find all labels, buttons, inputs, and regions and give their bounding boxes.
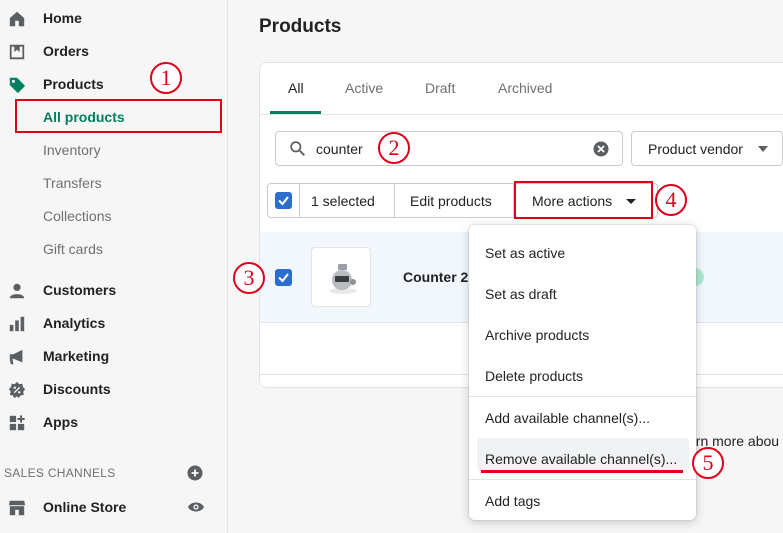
bulk-divider <box>394 184 395 217</box>
menu-item-remove-channels[interactable]: Remove available channel(s)... <box>485 451 677 467</box>
tag-icon <box>9 77 26 94</box>
tabs-divider <box>260 114 783 115</box>
sidebar-item-apps[interactable]: Apps <box>0 407 226 437</box>
sidebar-item-label: Marketing <box>43 348 110 364</box>
sidebar-item-label: Home <box>43 10 82 26</box>
menu-item-set-draft[interactable]: Set as draft <box>485 286 557 302</box>
annotation-number: 4 <box>655 184 687 216</box>
menu-item-delete[interactable]: Delete products <box>485 368 583 384</box>
sidebar-item-customers[interactable]: Customers <box>0 275 226 305</box>
search-input-value[interactable]: counter <box>316 141 363 157</box>
sidebar-item-gift-cards[interactable]: Gift cards <box>0 234 226 264</box>
clear-search-icon[interactable] <box>593 141 609 157</box>
home-icon <box>9 11 25 27</box>
checkmark-icon <box>278 196 289 206</box>
menu-divider <box>469 479 696 480</box>
sidebar-item-marketing[interactable]: Marketing <box>0 341 226 371</box>
sidebar-item-home[interactable]: Home <box>0 3 226 33</box>
menu-item-add-channels[interactable]: Add available channel(s)... <box>485 410 650 426</box>
apps-icon <box>9 415 25 431</box>
sidebar-item-products[interactable]: Products <box>0 69 226 99</box>
orders-icon <box>9 44 25 60</box>
sidebar-item-label: Gift cards <box>43 241 103 257</box>
learn-more-link[interactable]: arn more abou <box>688 433 779 449</box>
menu-divider <box>469 396 696 397</box>
sidebar-item-label: Analytics <box>43 315 106 331</box>
page-title: Products <box>259 16 342 37</box>
menu-item-add-tags[interactable]: Add tags <box>485 493 540 509</box>
sidebar-item-discounts[interactable]: Discounts <box>0 374 226 404</box>
selected-count: 1 selected <box>311 193 375 209</box>
edit-products-button[interactable]: Edit products <box>410 193 492 209</box>
annotation-box-all-products <box>15 99 222 133</box>
store-icon <box>8 500 26 516</box>
menu-item-archive[interactable]: Archive products <box>485 327 589 343</box>
sidebar-item-collections[interactable]: Collections <box>0 201 226 231</box>
row-checkbox[interactable] <box>275 269 292 286</box>
tab-archived[interactable]: Archived <box>498 80 552 96</box>
product-thumbnail[interactable] <box>311 247 371 307</box>
sidebar-item-transfers[interactable]: Transfers <box>0 168 226 198</box>
product-name[interactable]: Counter 2 <box>403 269 468 285</box>
bulk-divider <box>299 184 300 217</box>
sidebar-item-label: Collections <box>43 208 112 224</box>
select-all-checkbox[interactable] <box>275 192 292 209</box>
sidebar-item-label: Orders <box>43 43 89 59</box>
menu-item-set-active[interactable]: Set as active <box>485 245 565 261</box>
sidebar-item-label: Online Store <box>43 499 127 515</box>
annotation-number: 2 <box>378 132 410 164</box>
sidebar-item-orders[interactable]: Orders <box>0 36 226 66</box>
tally-counter-image <box>329 264 357 294</box>
annotation-underline <box>481 470 683 473</box>
annotation-number: 3 <box>233 262 265 294</box>
tab-active[interactable]: Active <box>345 80 383 96</box>
sidebar-item-analytics[interactable]: Analytics <box>0 308 226 338</box>
discount-icon <box>8 381 26 399</box>
sidebar-item-label: Customers <box>43 282 117 298</box>
product-vendor-label: Product vendor <box>648 141 743 157</box>
sales-channels-heading: SALES CHANNELS <box>4 466 116 480</box>
search-icon <box>290 141 305 156</box>
sidebar-item-inventory[interactable]: Inventory <box>0 135 226 165</box>
tab-draft[interactable]: Draft <box>425 80 455 96</box>
checkmark-icon <box>278 273 289 283</box>
annotation-box-more-actions <box>514 181 653 219</box>
annotation-number: 1 <box>150 62 182 94</box>
sidebar-item-label: Inventory <box>43 142 101 158</box>
sidebar-item-label: Apps <box>43 414 78 430</box>
bar-chart-icon <box>9 316 25 332</box>
sidebar-item-label: Transfers <box>43 175 102 191</box>
sidebar: Home Orders Products All products Invent… <box>0 0 228 533</box>
megaphone-icon <box>9 349 23 365</box>
tab-all[interactable]: All <box>288 80 304 96</box>
sidebar-item-label: Discounts <box>43 381 111 397</box>
sidebar-item-label: Products <box>43 76 104 92</box>
caret-down-icon <box>758 146 768 152</box>
person-icon <box>9 283 25 299</box>
annotation-number: 5 <box>692 447 724 479</box>
eye-icon[interactable] <box>187 500 205 514</box>
add-channel-icon[interactable] <box>187 465 203 481</box>
